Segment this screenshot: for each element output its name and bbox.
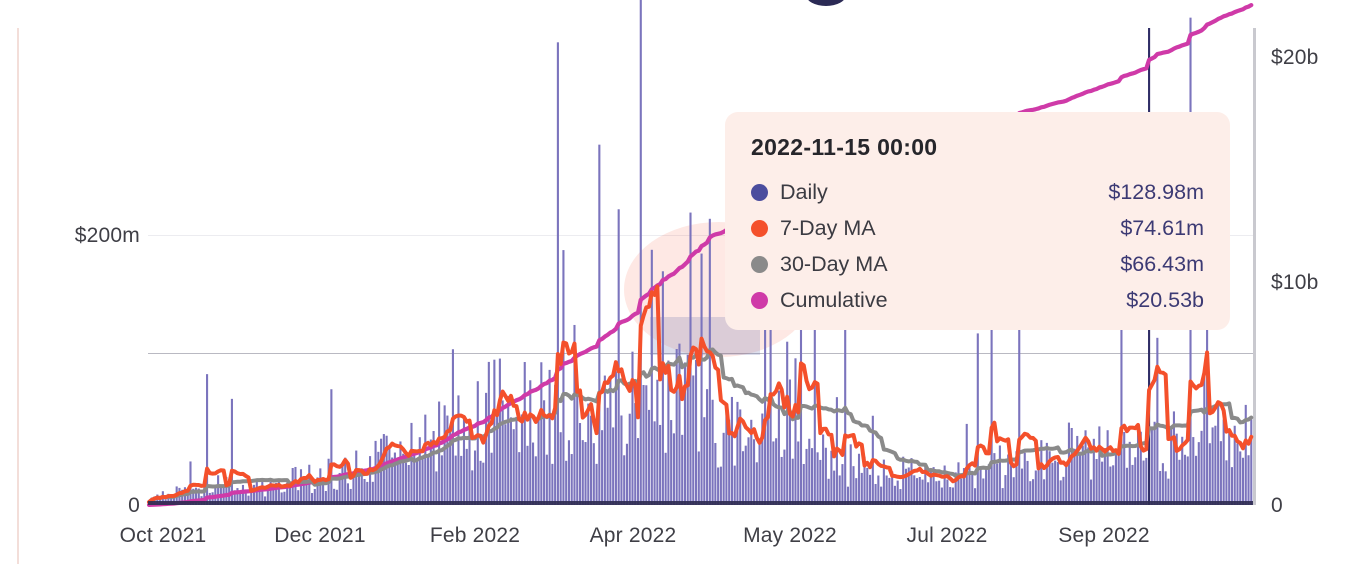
tooltip-value-cumulative: $20.53b	[1126, 287, 1204, 312]
y-right-tick-0: 0	[1271, 494, 1283, 517]
tooltip-value-daily: $128.98m	[1108, 179, 1204, 204]
left-edge-rule	[17, 28, 19, 564]
tooltip-row-daily: Daily $128.98m	[751, 174, 1204, 210]
tooltip-label-ma30: 30-Day MA	[780, 251, 888, 276]
cutoff-marker-dot	[806, 0, 846, 6]
x-tick-jul-2022: Jul 2022	[906, 524, 988, 547]
x-tick-feb-2022: Feb 2022	[429, 524, 521, 547]
y-left-tick-0: 0	[128, 494, 140, 517]
legend-dot-cumulative	[751, 291, 768, 309]
tooltip-label-daily: Daily	[780, 179, 828, 204]
x-axis-baseline	[148, 501, 1253, 505]
x-tick-oct-2021: Oct 2021	[119, 524, 207, 547]
chart-canvas: $200m 0 $20b $10b 0 Oct 2021 Dec 2021 Fe…	[0, 0, 1368, 564]
tooltip-row-cumulative: Cumulative $20.53b	[751, 282, 1204, 318]
x-tick-may-2022: May 2022	[743, 524, 837, 547]
tooltip-title: 2022-11-15 00:00	[751, 134, 938, 160]
y-left-tick-200m: $200m	[74, 224, 140, 247]
legend-dot-daily	[751, 183, 768, 201]
chart-tooltip: 2022-11-15 00:00 Daily $128.98m 7-Day MA…	[725, 112, 1230, 330]
x-tick-dec-2021: Dec 2021	[274, 524, 366, 547]
right-axis-line	[1253, 28, 1256, 505]
tooltip-label-ma7: 7-Day MA	[780, 215, 876, 240]
tooltip-value-ma30: $66.43m	[1120, 251, 1204, 276]
y-right-tick-20b: $20b	[1271, 46, 1319, 69]
legend-dot-ma30	[751, 255, 768, 273]
legend-dot-ma7	[751, 219, 768, 237]
tooltip-value-ma7: $74.61m	[1120, 215, 1204, 240]
y-right-tick-10b: $10b	[1271, 271, 1319, 294]
x-tick-sep-2022: Sep 2022	[1058, 524, 1150, 547]
tooltip-row-ma7: 7-Day MA $74.61m	[751, 210, 1204, 246]
tooltip-row-ma30: 30-Day MA $66.43m	[751, 246, 1204, 282]
tooltip-label-cumulative: Cumulative	[780, 287, 888, 312]
x-tick-apr-2022: Apr 2022	[589, 524, 677, 547]
